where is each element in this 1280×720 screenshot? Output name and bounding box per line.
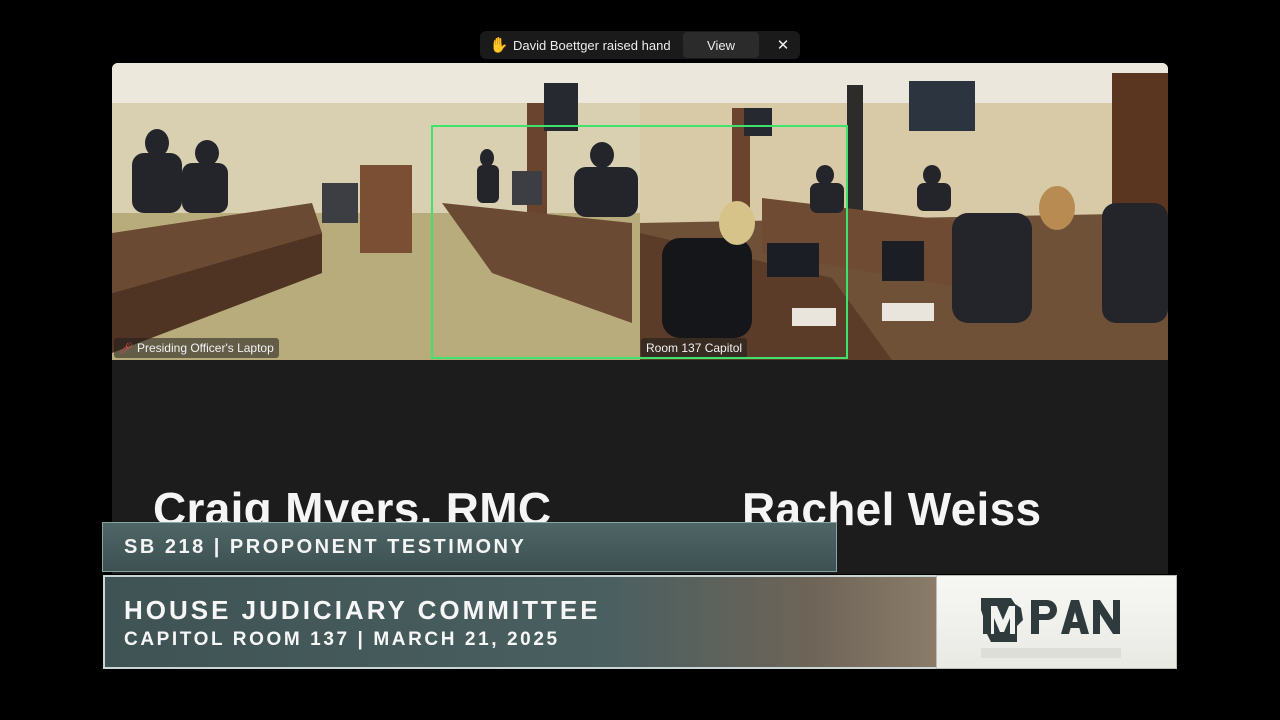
raised-hand-icon: ✋ <box>489 37 509 54</box>
committee-name: HOUSE JUDICIARY COMMITTEE <box>124 595 601 625</box>
mpan-logo <box>936 575 1177 669</box>
left-tile-label: 🎤︎ Presiding Officer's Laptop <box>114 338 279 358</box>
committee-banner: HOUSE JUDICIARY COMMITTEE CAPITOL ROOM 1… <box>103 575 938 669</box>
left-tile-name: Presiding Officer's Laptop <box>136 341 274 355</box>
mic-muted-icon: 🎤︎ <box>119 342 133 355</box>
active-speaker-highlight <box>431 125 848 359</box>
mpan-logo-mark <box>981 598 1121 658</box>
bill-banner: SB 218 | PROPONENT TESTIMONY <box>102 522 837 572</box>
raised-hand-notification: ✋ David Boettger raised hand View ✕ <box>480 31 800 59</box>
location-date: CAPITOL ROOM 137 | MARCH 21, 2025 <box>124 629 560 650</box>
bill-line: SB 218 | PROPONENT TESTIMONY <box>124 535 527 558</box>
notification-text: David Boettger raised hand <box>513 37 671 53</box>
view-button[interactable]: View <box>683 32 759 58</box>
close-icon[interactable]: ✕ <box>771 33 795 57</box>
